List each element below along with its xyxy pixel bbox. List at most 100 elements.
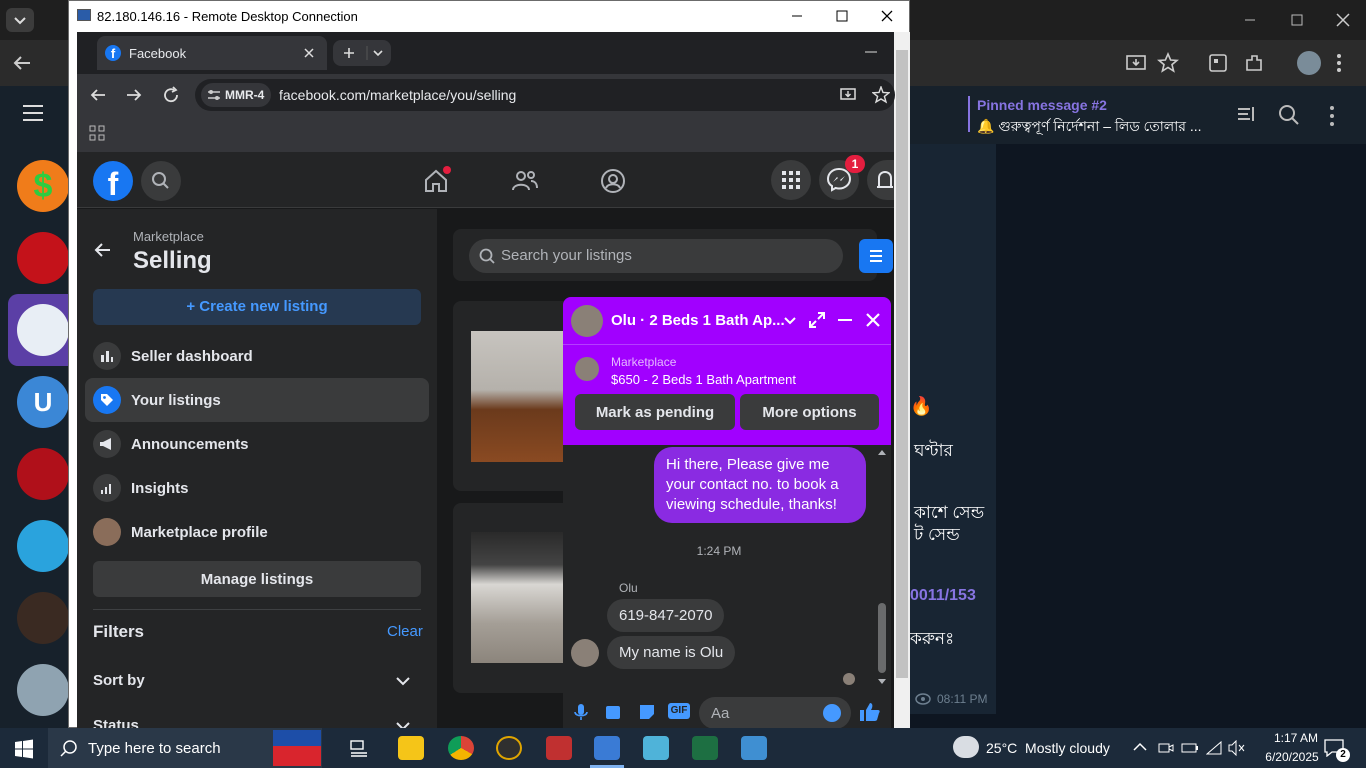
facebook-logo[interactable]: f xyxy=(93,161,133,201)
apps-grid-icon[interactable] xyxy=(89,125,105,141)
network-icon[interactable] xyxy=(1206,740,1222,756)
battery-icon[interactable] xyxy=(1181,741,1199,755)
pinned-bar[interactable] xyxy=(968,96,970,132)
extensions-icon[interactable] xyxy=(1243,52,1265,74)
profile-avatar[interactable] xyxy=(1297,51,1321,75)
bookmark-star-icon[interactable] xyxy=(872,86,890,104)
back-arrow-icon[interactable] xyxy=(93,240,113,260)
rdc-maximize-button[interactable] xyxy=(834,8,850,24)
task-view-icon[interactable] xyxy=(349,738,369,758)
listing-thumbnail[interactable] xyxy=(575,357,599,381)
notifications-button[interactable] xyxy=(867,160,894,200)
listing-photo[interactable] xyxy=(471,331,571,462)
tray-chevron-up-icon[interactable] xyxy=(1133,742,1147,752)
groups-icon[interactable] xyxy=(600,168,626,194)
sidebar-item-insights[interactable]: Insights xyxy=(85,466,429,510)
chat-avatar-infinity-dark[interactable] xyxy=(17,448,69,500)
emoji-icon[interactable] xyxy=(823,704,841,722)
rdc-close-button[interactable] xyxy=(879,8,895,24)
sidebar-item-marketplace-profile[interactable]: Marketplace profile xyxy=(85,510,429,554)
chevron-down-icon[interactable] xyxy=(395,675,411,687)
sort-by-label[interactable]: Sort by xyxy=(93,672,145,689)
chat-avatar-lead-generation[interactable] xyxy=(17,304,69,356)
reload-icon[interactable] xyxy=(162,86,180,104)
create-new-listing-button[interactable]: + Create new listing xyxy=(93,289,421,325)
chrome-icon[interactable] xyxy=(448,736,474,760)
chat-scrollbar[interactable] xyxy=(877,447,887,687)
site-info-chip[interactable]: MMR-4 xyxy=(201,83,271,107)
rdc-scrollbar[interactable] xyxy=(894,32,910,729)
menu-grid-button[interactable] xyxy=(771,160,811,200)
browser-tab-facebook[interactable]: f Facebook xyxy=(97,36,327,70)
minimize-chat-icon[interactable] xyxy=(836,311,854,329)
clock-date[interactable]: 6/20/2025 xyxy=(1250,750,1334,764)
mark-as-pending-button[interactable]: Mark as pending xyxy=(575,394,735,430)
microphone-icon[interactable] xyxy=(573,703,589,721)
close-chat-icon[interactable] xyxy=(864,311,882,329)
restore-window-button[interactable] xyxy=(1287,12,1307,28)
manage-listings-button[interactable]: Manage listings xyxy=(93,561,421,597)
taskbar-search-box[interactable]: Type here to search xyxy=(48,728,322,768)
chevron-down-icon[interactable] xyxy=(783,315,797,327)
chat-avatar-u[interactable]: U xyxy=(17,376,69,428)
search-icon[interactable] xyxy=(1278,104,1300,126)
clock-time[interactable]: 1:17 AM xyxy=(1258,731,1334,745)
clear-filters-link[interactable]: Clear xyxy=(387,623,423,640)
rdc-scroll-thumb[interactable] xyxy=(896,50,908,678)
chat-avatar-infinity-red[interactable] xyxy=(17,232,69,284)
tab-close-icon[interactable] xyxy=(303,47,315,59)
photo-icon[interactable] xyxy=(605,703,623,721)
list-view-button[interactable] xyxy=(859,239,893,273)
like-thumb-icon[interactable] xyxy=(859,702,881,722)
url-text[interactable]: facebook.com/marketplace/you/selling xyxy=(279,87,516,103)
windows-start-button[interactable] xyxy=(14,739,34,759)
close-window-button[interactable] xyxy=(1333,10,1353,30)
search-input-wrap[interactable]: Search your listings xyxy=(469,239,843,273)
back-icon[interactable] xyxy=(89,86,107,104)
excel-icon[interactable] xyxy=(692,736,718,760)
message-link-fragment[interactable]: 0011/153 xyxy=(910,587,976,605)
expand-icon[interactable] xyxy=(808,311,826,329)
meet-now-icon[interactable] xyxy=(1158,740,1174,756)
chat-avatar-person[interactable] xyxy=(17,592,69,644)
chat-avatar-photo[interactable] xyxy=(17,664,69,716)
tab-list-dropdown-button[interactable] xyxy=(6,8,34,32)
photos-icon[interactable] xyxy=(741,736,767,760)
chat-title[interactable]: Olu · 2 Beds 1 Bath Ap... xyxy=(611,312,785,329)
back-icon[interactable] xyxy=(10,52,34,74)
sticker-icon[interactable] xyxy=(638,703,656,721)
search-input[interactable]: Search your listings xyxy=(501,247,632,264)
sidebar-item-announcements[interactable]: Announcements xyxy=(85,422,429,466)
message-input[interactable]: Aa xyxy=(699,697,851,729)
notes-app-icon[interactable] xyxy=(643,736,669,760)
hamburger-menu-icon[interactable] xyxy=(22,104,44,122)
bookmark-star-icon[interactable] xyxy=(1157,52,1179,74)
listing-photo[interactable] xyxy=(471,532,571,663)
remote-desktop-icon[interactable] xyxy=(594,736,620,760)
search-button[interactable] xyxy=(141,161,181,201)
qr-code-icon[interactable] xyxy=(1207,52,1229,74)
more-options-icon[interactable] xyxy=(1327,105,1337,127)
more-options-button[interactable]: More options xyxy=(740,394,879,430)
address-bar[interactable]: MMR-4 facebook.com/marketplace/you/selli… xyxy=(195,79,895,111)
home-icon[interactable] xyxy=(423,166,451,194)
ixbrowser-icon[interactable] xyxy=(496,736,522,760)
chat-avatar-dollar[interactable]: $ xyxy=(17,160,69,212)
new-tab-button[interactable] xyxy=(333,40,391,66)
install-app-icon[interactable] xyxy=(839,86,857,104)
pinned-list-icon[interactable] xyxy=(1235,103,1257,125)
minimize-window-button[interactable] xyxy=(1240,12,1260,28)
chat-avatar[interactable] xyxy=(571,305,603,337)
friends-icon[interactable] xyxy=(511,169,539,193)
remote-app-icon[interactable] xyxy=(546,736,572,760)
browser-menu-icon[interactable] xyxy=(1334,52,1344,74)
browser-minimize-icon[interactable] xyxy=(864,46,878,58)
telegram-channel-avatar[interactable] xyxy=(17,520,69,572)
sidebar-item-your-listings[interactable]: Your listings xyxy=(85,378,429,422)
gif-icon[interactable]: GIF xyxy=(668,703,690,719)
forward-icon[interactable] xyxy=(125,86,143,104)
rdc-minimize-button[interactable] xyxy=(789,9,805,23)
install-app-icon[interactable] xyxy=(1124,52,1148,74)
weather-icon[interactable] xyxy=(953,736,979,758)
file-explorer-icon[interactable] xyxy=(398,736,424,760)
